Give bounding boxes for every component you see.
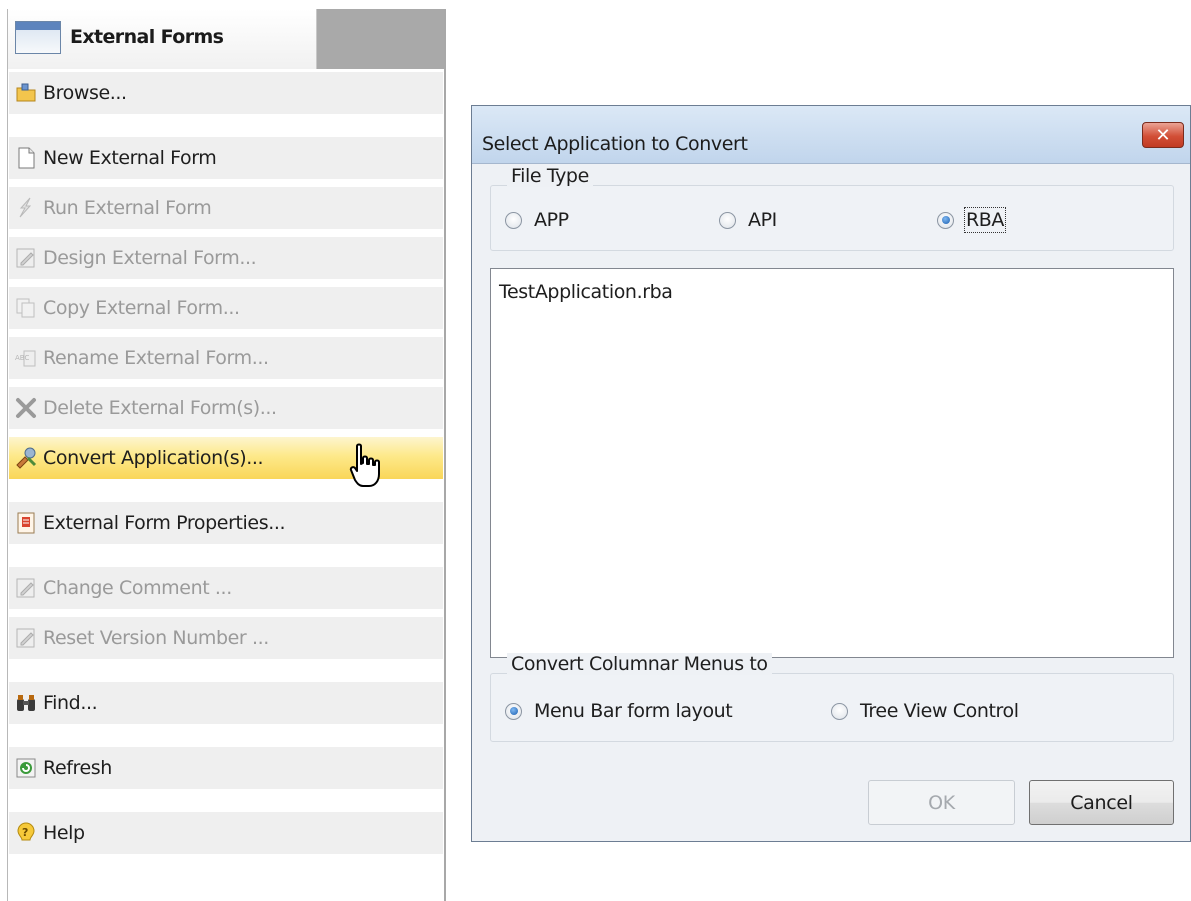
svg-text:?: ?: [22, 826, 28, 839]
convert-menus-group: Convert Columnar Menus to Menu Bar form …: [490, 653, 1174, 742]
menu-item-label: Design External Form...: [43, 247, 257, 269]
file-type-legend: File Type: [507, 165, 593, 187]
menu-item-reset-version-number[interactable]: Reset Version Number ...: [9, 617, 443, 659]
menu-item-label: External Form Properties...: [43, 512, 286, 534]
menu-item-label: Convert Application(s)...: [43, 447, 264, 469]
radio-app-indicator: [505, 211, 522, 229]
rename-icon: ABC: [14, 346, 38, 370]
radio-menu-bar-indicator: [505, 702, 522, 720]
cancel-button[interactable]: Cancel: [1029, 780, 1174, 825]
convert-menus-legend: Convert Columnar Menus to: [507, 653, 772, 675]
panel-tab-strip: External Forms: [8, 9, 444, 69]
menu-item-label: Run External Form: [43, 197, 212, 219]
run-icon: [14, 196, 38, 220]
menu-item-label: Refresh: [43, 757, 112, 779]
tab-external-forms[interactable]: External Forms: [8, 9, 317, 69]
radio-rba[interactable]: RBA: [937, 207, 1007, 233]
radio-tree-view-indicator: [831, 702, 848, 720]
menu-item-label: Rename External Form...: [43, 347, 269, 369]
radio-menu-bar-form-layout[interactable]: Menu Bar form layout: [505, 700, 733, 722]
menu-item-label: Reset Version Number ...: [43, 627, 269, 649]
menu-item-help[interactable]: ? Help: [9, 812, 443, 854]
hand-cursor-icon: [349, 443, 380, 487]
menu-item-rename-external-form[interactable]: ABC Rename External Form...: [9, 337, 443, 379]
menu-item-label: Find...: [43, 692, 98, 714]
list-item[interactable]: TestApplication.rba: [499, 281, 673, 303]
window-icon: [15, 21, 61, 54]
menu-item-delete-external-forms[interactable]: Delete External Form(s)...: [9, 387, 443, 429]
menu-item-label: Browse...: [43, 82, 127, 104]
radio-api-indicator: [719, 211, 736, 229]
radio-tree-view-label: Tree View Control: [860, 700, 1019, 722]
close-icon: ✕: [1155, 124, 1171, 146]
radio-rba-indicator: [937, 211, 954, 229]
binoculars-icon: [14, 691, 38, 715]
radio-tree-view-control[interactable]: Tree View Control: [831, 700, 1019, 722]
radio-app-label: APP: [534, 209, 569, 231]
radio-app[interactable]: APP: [505, 209, 569, 231]
delete-icon: [14, 396, 38, 420]
menu-item-external-form-properties[interactable]: External Form Properties...: [9, 502, 443, 544]
ok-button[interactable]: OK: [868, 780, 1015, 825]
properties-icon: [14, 511, 38, 535]
close-button[interactable]: ✕: [1142, 122, 1184, 148]
design-icon: [14, 246, 38, 270]
radio-api[interactable]: API: [719, 209, 777, 231]
menu-item-new-external-form[interactable]: New External Form: [9, 137, 443, 179]
reset-version-icon: [14, 626, 38, 650]
menu-item-design-external-form[interactable]: Design External Form...: [9, 237, 443, 279]
copy-icon: [14, 296, 38, 320]
menu-item-label: New External Form: [43, 147, 217, 169]
file-type-group: File Type APP API RBA: [490, 165, 1174, 251]
radio-menu-bar-label: Menu Bar form layout: [534, 700, 733, 722]
tab-title: External Forms: [70, 26, 224, 48]
menu-item-change-comment[interactable]: Change Comment ...: [9, 567, 443, 609]
radio-api-label: API: [748, 209, 777, 231]
convert-icon: [14, 446, 38, 470]
new-document-icon: [14, 146, 38, 170]
dialog-title: Select Application to Convert: [482, 133, 748, 155]
radio-rba-label: RBA: [963, 207, 1007, 233]
svg-text:ABC: ABC: [15, 354, 29, 362]
menu-item-refresh[interactable]: Refresh: [9, 747, 443, 789]
menu-item-label: Help: [43, 822, 85, 844]
menu-item-browse[interactable]: Browse...: [9, 72, 443, 114]
dialog-titlebar[interactable]: Select Application to Convert ✕: [472, 106, 1190, 164]
menu-item-run-external-form[interactable]: Run External Form: [9, 187, 443, 229]
browse-icon: [14, 81, 38, 105]
menu-item-copy-external-form[interactable]: Copy External Form...: [9, 287, 443, 329]
menu-item-find[interactable]: Find...: [9, 682, 443, 724]
comment-icon: [14, 576, 38, 600]
menu-item-label: Change Comment ...: [43, 577, 232, 599]
menu-item-label: Delete External Form(s)...: [43, 397, 277, 419]
refresh-icon: [14, 756, 38, 780]
select-application-dialog: Select Application to Convert ✕ File Typ…: [471, 105, 1191, 842]
help-icon: ?: [14, 821, 38, 845]
application-listbox[interactable]: TestApplication.rba: [490, 268, 1174, 658]
menu-item-label: Copy External Form...: [43, 297, 240, 319]
